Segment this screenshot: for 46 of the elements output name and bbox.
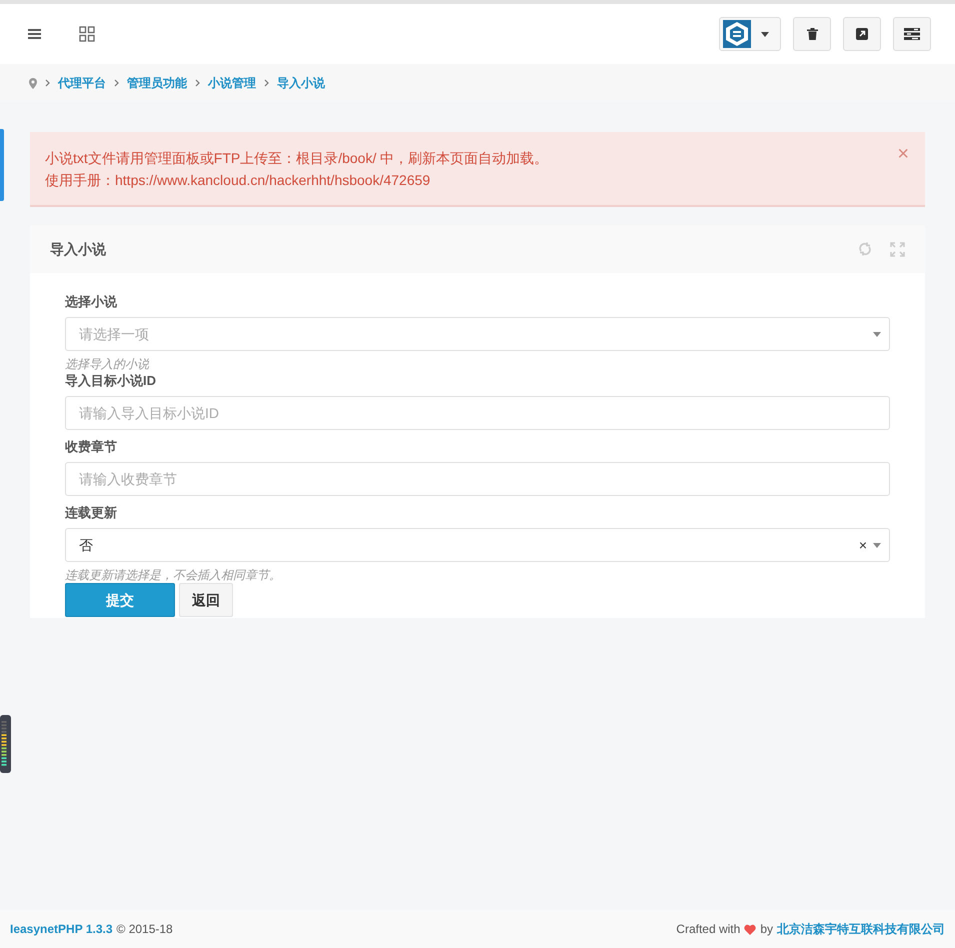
menu-icon	[28, 28, 42, 40]
select-field[interactable]: 请选择一项	[65, 317, 890, 351]
select-field[interactable]: 否 ×	[65, 528, 890, 562]
caret-icon	[761, 32, 769, 36]
input-field[interactable]: 请输入收费章节	[65, 462, 890, 496]
sliders-icon	[904, 28, 920, 40]
field-label: 选择小说	[65, 293, 118, 311]
by-text: by	[760, 921, 773, 938]
chevron-icon	[114, 79, 119, 87]
caret-icon	[873, 542, 881, 548]
breadcrumb-link[interactable]: 导入小说	[277, 74, 325, 92]
sliders-button[interactable]	[893, 17, 931, 51]
trash-icon	[806, 28, 818, 40]
back-button[interactable]: 返回	[179, 583, 233, 617]
chevron-icon	[45, 79, 50, 87]
account-menu-button[interactable]	[719, 17, 781, 51]
level-meter-icon	[0, 715, 11, 773]
crafted-text: Crafted with	[676, 921, 740, 938]
help-text: 连载更新请选择是，不会插入相同章节。	[65, 567, 282, 583]
alert-text: 小说txt文件请用管理面板或FTP上传至：根目录/book/ 中，刷新本页面自动加载。	[45, 149, 548, 168]
chevron-icon	[195, 79, 200, 87]
breadcrumb-link[interactable]: 代理平台	[58, 74, 106, 92]
breadcrumb-link[interactable]: 管理员功能	[127, 74, 187, 92]
field-label: 连载更新	[65, 504, 118, 522]
footer-brand[interactable]: IeasynetPHP 1.3.3	[10, 920, 113, 938]
field-label: 导入目标小说ID	[65, 372, 157, 390]
close-button[interactable]: ×	[897, 144, 909, 164]
submit-button[interactable]: 提交	[65, 583, 175, 617]
copyright-text: © 2015-18	[116, 921, 173, 938]
alert-text: 使用手册：https://www.kancloud.cn/hackerhht/hsbook/472659	[45, 171, 430, 190]
clear-icon[interactable]: ×	[858, 534, 867, 556]
location-pin-icon	[29, 78, 37, 88]
help-text: 选择导入的小说	[65, 356, 150, 372]
heart-icon	[744, 924, 756, 934]
field-label: 收费章节	[65, 438, 118, 456]
external-link-button[interactable]	[843, 17, 881, 51]
breadcrumb-link[interactable]: 小说管理	[208, 74, 256, 92]
chevron-icon	[264, 79, 269, 87]
company-link[interactable]: 北京洁森宇特互联科技有限公司	[777, 920, 945, 938]
card-title: 导入小说	[50, 240, 106, 258]
logo-icon	[723, 20, 751, 48]
input-field[interactable]: 请输入导入目标小说ID	[65, 396, 890, 430]
external-link-icon	[856, 28, 868, 40]
trash-button[interactable]	[793, 17, 831, 51]
grid-icon	[79, 26, 95, 42]
caret-icon	[873, 332, 881, 336]
